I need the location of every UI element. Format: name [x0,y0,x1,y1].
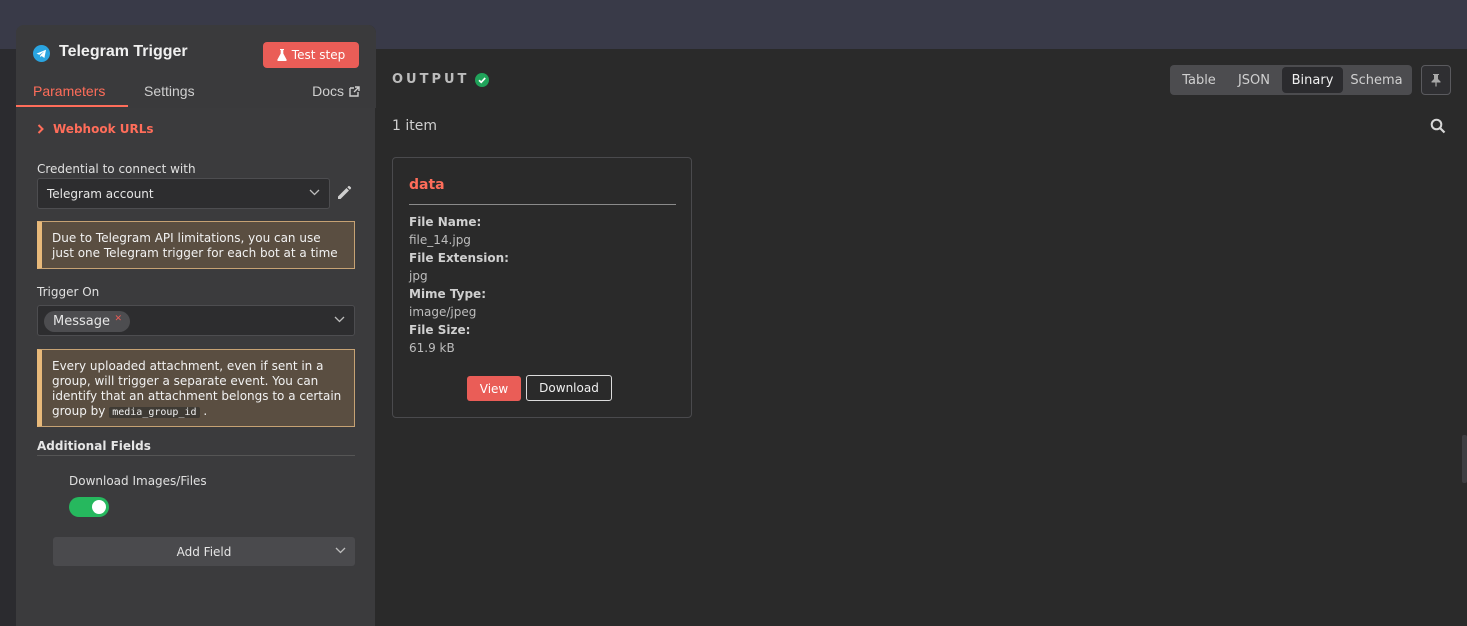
binary-property-name: data [409,177,445,193]
divider [409,204,676,205]
message-chip: Message ✕ [44,311,130,332]
mime-type-value: image/jpeg [409,305,477,319]
external-link-icon [349,85,360,97]
webhook-urls-label: Webhook URLs [53,122,154,136]
docs-label: Docs [312,83,344,99]
notice-code: media_group_id [109,407,200,418]
telegram-limitation-notice: Due to Telegram API limitations, you can… [37,221,355,269]
file-size-value: 61.9 kB [409,341,455,355]
view-tab-schema[interactable]: Schema [1343,67,1410,93]
panel-resize-handle[interactable] [1462,435,1467,483]
file-name-value: file_14.jpg [409,233,471,247]
chevron-down-icon [334,316,345,323]
trigger-on-label: Trigger On [37,285,100,299]
file-extension-value: jpg [409,269,428,283]
telegram-icon [33,45,50,62]
notice-end: . [203,404,208,418]
tab-parameters[interactable]: Parameters [33,83,105,99]
chevron-right-icon [37,124,44,134]
node-parameters-panel: Telegram Trigger Test step Parameters Se… [16,25,376,626]
trigger-on-select[interactable]: Message ✕ [37,305,355,336]
tab-settings[interactable]: Settings [144,83,195,99]
binary-data-card: data File Name: file_14.jpg File Extensi… [392,157,692,418]
file-size-key: File Size: [409,323,471,337]
download-button[interactable]: Download [526,375,612,401]
view-button[interactable]: View [467,376,521,401]
node-title: Telegram Trigger [59,43,188,60]
mime-type-key: Mime Type: [409,287,486,301]
view-tab-json[interactable]: JSON [1226,67,1282,93]
file-extension-key: File Extension: [409,251,509,265]
download-files-label: Download Images/Files [69,474,207,488]
test-step-button[interactable]: Test step [263,42,359,68]
item-count: 1 item [392,118,437,134]
chip-label: Message [53,314,110,329]
toggle-knob [92,500,106,514]
active-tab-indicator [16,105,128,107]
chevron-down-icon [335,547,346,554]
flask-icon [277,49,287,61]
webhook-urls-toggle[interactable]: Webhook URLs [37,122,154,136]
pin-icon [1431,74,1441,87]
output-title-text: OUTPUT [392,72,470,87]
download-files-toggle[interactable] [69,497,109,517]
edit-credential-icon[interactable] [336,185,352,201]
output-view-tabs: Table JSON Binary Schema [1170,65,1412,95]
view-tab-table[interactable]: Table [1172,67,1226,93]
add-field-label: Add Field [176,544,232,559]
file-name-key: File Name: [409,215,482,229]
panel-header: Telegram Trigger Test step Parameters Se… [16,25,376,108]
success-check-icon [475,72,490,87]
test-step-label: Test step [291,48,346,62]
credential-label: Credential to connect with [37,162,196,176]
attachment-notice: Every uploaded attachment, even if sent … [37,349,355,427]
notice-text: Due to Telegram API limitations, you can… [52,231,338,260]
chevron-down-icon [309,189,320,196]
output-title: OUTPUT [392,72,490,87]
remove-chip-icon[interactable]: ✕ [114,314,122,324]
add-field-button[interactable]: Add Field [53,537,355,566]
pin-data-button[interactable] [1421,65,1451,95]
credential-select[interactable]: Telegram account [37,178,330,209]
credential-value: Telegram account [47,186,154,201]
view-tab-binary[interactable]: Binary [1282,67,1343,93]
additional-fields-title: Additional Fields [37,439,151,453]
docs-link[interactable]: Docs [312,83,360,99]
divider [37,455,355,456]
search-icon[interactable] [1430,118,1446,134]
